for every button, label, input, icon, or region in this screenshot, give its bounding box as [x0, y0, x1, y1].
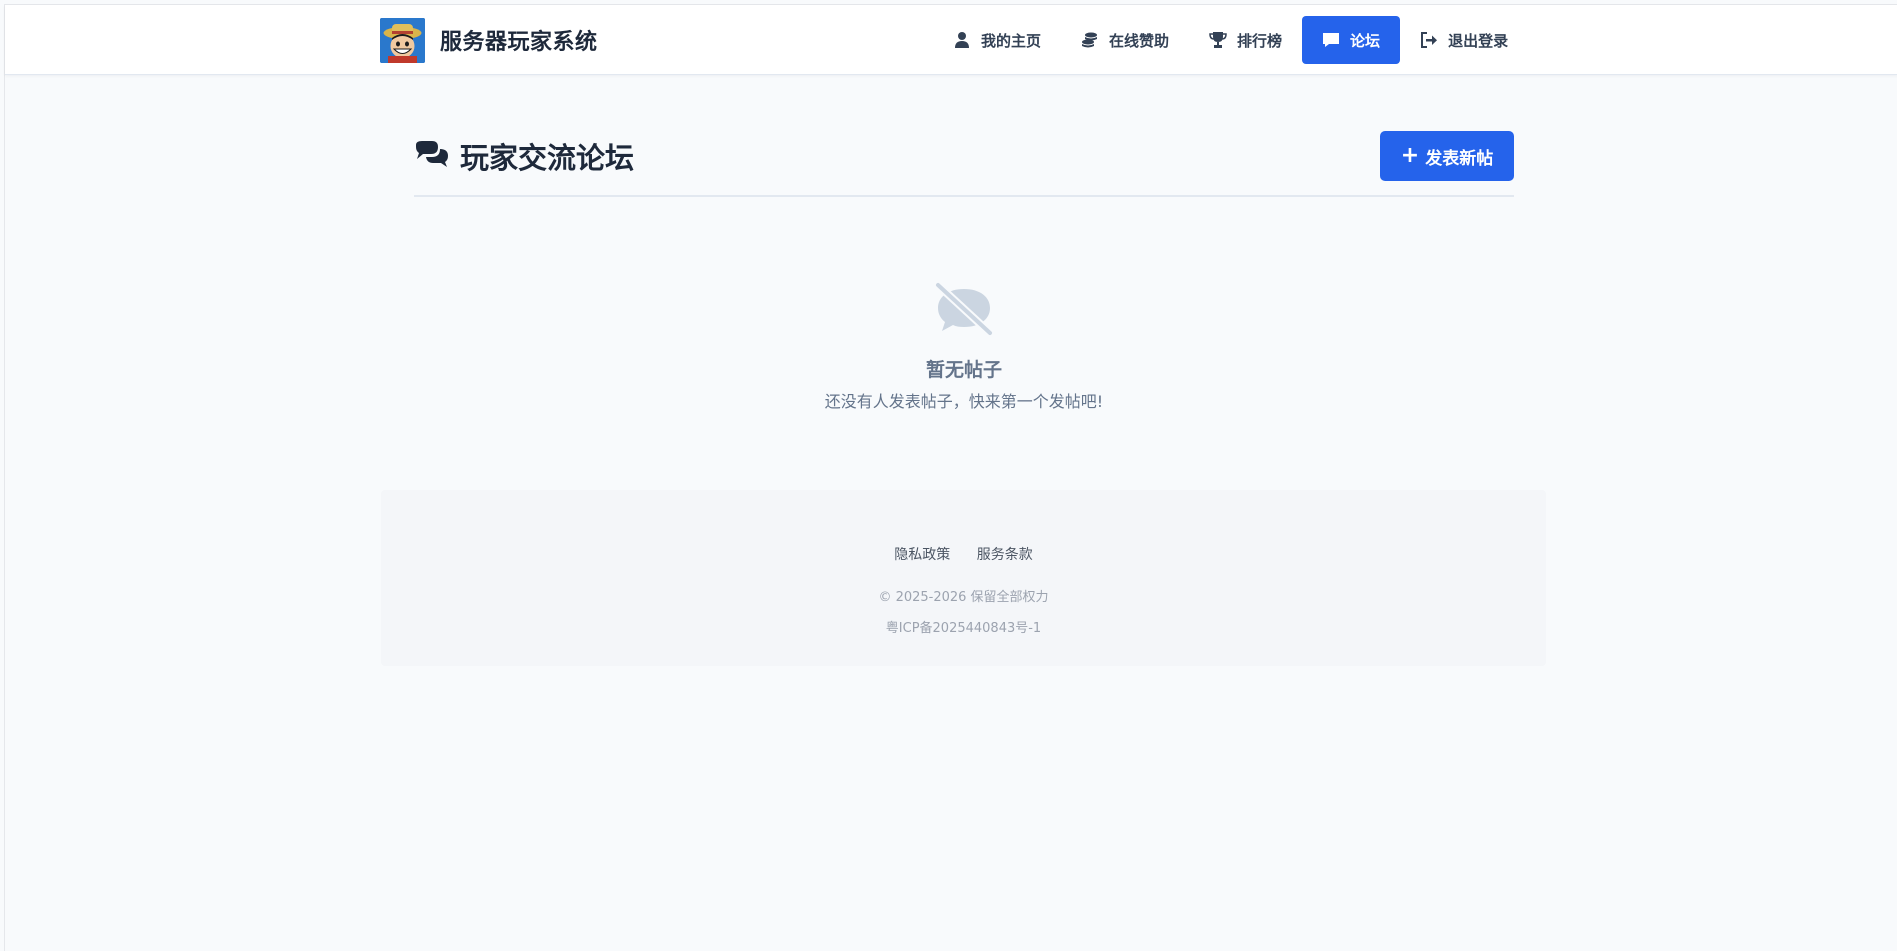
- nav-item-donate[interactable]: 在线赞助: [1061, 16, 1189, 64]
- nav-item-leaderboard[interactable]: 排行榜: [1189, 16, 1302, 64]
- terms-of-service-link[interactable]: 服务条款: [977, 547, 1033, 563]
- nav-item-label: 排行榜: [1237, 31, 1283, 50]
- comment-slash-icon: [932, 281, 996, 337]
- footer-links: 隐私政策 服务条款: [381, 544, 1546, 564]
- footer: 隐私政策 服务条款 © 2025-2026 保留全部权力 粤ICP备202544…: [381, 490, 1546, 666]
- empty-subtitle: 还没有人发表帖子，快来第一个发帖吧!: [824, 392, 1104, 411]
- nav-item-label: 退出登录: [1448, 31, 1509, 50]
- empty-state: 暂无帖子 还没有人发表帖子，快来第一个发帖吧!: [414, 281, 1514, 412]
- app-window: 服务器玩家系统 我的主页 在线赞助 排行榜 论坛 退出登录 玩家交流论坛 + 发…: [4, 4, 1897, 951]
- nav-item-label: 我的主页: [981, 31, 1042, 50]
- coins-icon: [1081, 31, 1099, 49]
- avatar: [380, 17, 425, 63]
- trophy-icon: [1209, 31, 1227, 49]
- page-title: 玩家交流论坛: [414, 135, 634, 177]
- plus-icon: +: [1400, 143, 1420, 168]
- nav-item-label: 在线赞助: [1109, 31, 1170, 50]
- nav-item-logout[interactable]: 退出登录: [1400, 16, 1528, 64]
- new-post-label: 发表新帖: [1425, 148, 1494, 169]
- page-header: 玩家交流论坛 + 发表新帖: [414, 125, 1514, 197]
- comments-icon: [414, 140, 450, 172]
- empty-title: 暂无帖子: [925, 359, 1002, 381]
- new-post-button[interactable]: + 发表新帖: [1380, 131, 1514, 181]
- sign-out-icon: [1420, 31, 1438, 49]
- nav-item-label: 论坛: [1350, 31, 1381, 50]
- top-navbar: 服务器玩家系统 我的主页 在线赞助 排行榜 论坛 退出登录: [5, 5, 1897, 75]
- user-icon: [953, 31, 971, 49]
- page-title-text: 玩家交流论坛: [460, 141, 635, 175]
- nav-item-forum[interactable]: 论坛: [1302, 16, 1401, 64]
- main-nav: 我的主页 在线赞助 排行榜 论坛 退出登录: [933, 16, 1528, 64]
- copyright: © 2025-2026 保留全部权力: [878, 590, 1049, 605]
- nav-item-home[interactable]: 我的主页: [933, 16, 1061, 64]
- icp-record[interactable]: 粤ICP备2025440843号-1: [381, 617, 1546, 636]
- privacy-policy-link[interactable]: 隐私政策: [894, 547, 950, 563]
- brand-title: 服务器玩家系统: [440, 30, 598, 55]
- brand[interactable]: 服务器玩家系统: [380, 17, 598, 63]
- comment-icon: [1322, 31, 1340, 49]
